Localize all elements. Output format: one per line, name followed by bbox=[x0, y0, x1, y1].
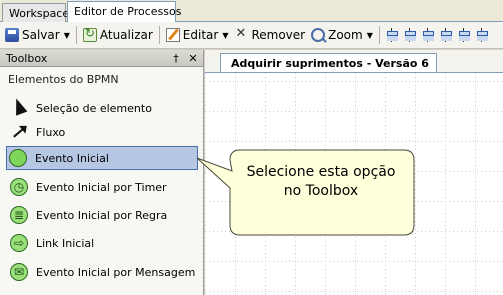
toolbox-item-label: Evento Inicial por Timer bbox=[36, 180, 167, 194]
align-center-icon[interactable] bbox=[403, 27, 417, 43]
main-toolbar: Salvar ▼ Atualizar Editar ▼ Remover Zoom… bbox=[0, 22, 503, 49]
zoom-button[interactable]: Zoom ▼ bbox=[308, 24, 376, 46]
toolbox-header: Toolbox † ✕ bbox=[0, 50, 203, 67]
toolbox-item-label: Evento Inicial bbox=[35, 151, 109, 165]
edit-label: Editar bbox=[182, 28, 219, 42]
save-button[interactable]: Salvar ▼ bbox=[2, 24, 73, 46]
chevron-down-icon[interactable]: ▼ bbox=[64, 31, 70, 40]
process-editor-area: Adquirir suprimentos - Versão 6 bbox=[205, 50, 503, 295]
rule-start-event-icon: ≣ bbox=[8, 204, 30, 226]
pointer-icon bbox=[8, 96, 30, 119]
toolbox-item-message-start-event[interactable]: ✉ Evento Inicial por Mensagem bbox=[8, 260, 196, 284]
toolbox-item-timer-start-event[interactable]: ◷ Evento Inicial por Timer bbox=[8, 175, 196, 199]
start-event-icon bbox=[7, 147, 29, 169]
toolbox-item-label: Link Inicial bbox=[36, 236, 95, 250]
toolbar-divider bbox=[158, 26, 160, 44]
align-top-icon[interactable] bbox=[439, 27, 453, 43]
timer-start-event-icon: ◷ bbox=[8, 176, 30, 198]
chevron-down-icon[interactable]: ▼ bbox=[367, 31, 373, 40]
save-icon bbox=[5, 28, 19, 42]
bpmn-elements-group-label: Elementos do BPMN bbox=[8, 73, 119, 86]
zoom-label: Zoom bbox=[328, 28, 363, 42]
align-left-icon[interactable] bbox=[385, 27, 399, 43]
toolbox-item-label: Seleção de elemento bbox=[36, 101, 152, 115]
toolbox-item-link-start[interactable]: ⇨ Link Inicial bbox=[8, 231, 196, 255]
toolbar-divider bbox=[378, 26, 380, 44]
tab-process-editor[interactable]: Editor de Processos bbox=[67, 1, 182, 23]
remove-button[interactable]: Remover bbox=[231, 24, 308, 46]
pin-icon[interactable]: † bbox=[169, 52, 183, 65]
flow-arrow-icon bbox=[8, 121, 30, 143]
toolbox-item-element-selection[interactable]: Seleção de elemento bbox=[8, 96, 196, 120]
document-tab-strip: Workspace Editor de Processos bbox=[0, 0, 503, 23]
process-canvas[interactable] bbox=[205, 72, 503, 295]
edit-button[interactable]: Editar ▼ bbox=[163, 24, 232, 46]
align-right-icon[interactable] bbox=[421, 27, 435, 43]
toolbar-divider bbox=[75, 26, 77, 44]
link-start-icon: ⇨ bbox=[8, 232, 30, 254]
tab-workspace[interactable]: Workspace bbox=[2, 3, 69, 22]
toolbox-item-label: Evento Inicial por Mensagem bbox=[36, 265, 196, 279]
zoom-icon bbox=[311, 28, 326, 42]
toolbox-title: Toolbox bbox=[6, 51, 48, 65]
close-icon[interactable]: ✕ bbox=[186, 52, 200, 65]
toolbox-item-label: Fluxo bbox=[36, 125, 66, 139]
remove-label: Remover bbox=[251, 28, 306, 42]
refresh-button[interactable]: Atualizar bbox=[80, 24, 156, 46]
align-middle-icon[interactable] bbox=[457, 27, 471, 43]
refresh-icon bbox=[82, 26, 97, 42]
refresh-label: Atualizar bbox=[99, 28, 153, 42]
toolbox-item-flow[interactable]: Fluxo bbox=[8, 120, 196, 144]
chevron-down-icon[interactable]: ▼ bbox=[222, 31, 228, 40]
remove-icon bbox=[234, 26, 248, 42]
toolbox-item-rule-start-event[interactable]: ≣ Evento Inicial por Regra bbox=[8, 203, 196, 227]
toolbox-item-start-event[interactable]: Evento Inicial bbox=[6, 146, 198, 170]
align-bottom-icon[interactable] bbox=[475, 27, 489, 43]
toolbox-item-label: Evento Inicial por Regra bbox=[36, 208, 168, 222]
edit-icon bbox=[165, 28, 180, 42]
save-label: Salvar bbox=[22, 28, 60, 42]
toolbox-panel: Toolbox † ✕ Elementos do BPMN Seleção de… bbox=[0, 50, 204, 295]
message-start-event-icon: ✉ bbox=[8, 261, 30, 283]
tab-process-document[interactable]: Adquirir suprimentos - Versão 6 bbox=[220, 53, 437, 73]
canvas-grid bbox=[205, 73, 503, 295]
